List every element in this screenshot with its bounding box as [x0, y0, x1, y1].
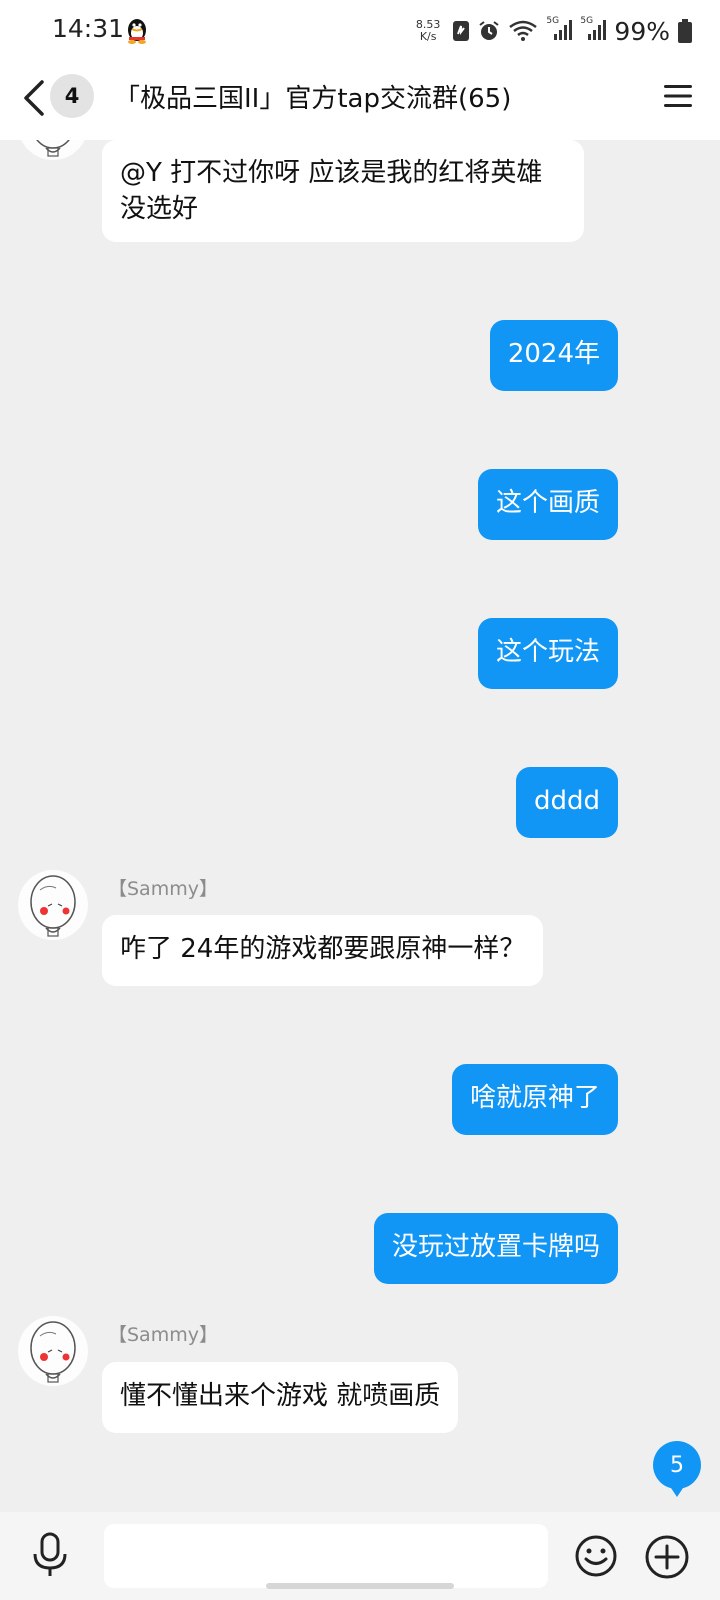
- microphone-icon[interactable]: [30, 1532, 70, 1578]
- avatar[interactable]: [18, 870, 88, 940]
- notification-icon: [453, 21, 470, 41]
- chat-title[interactable]: 「极品三国II」官方tap交流群(65): [114, 78, 511, 115]
- avatar-face-icon: [30, 875, 76, 937]
- battery-icon: [678, 19, 692, 43]
- unread-count-badge[interactable]: 4: [50, 74, 94, 118]
- new-message-count-badge[interactable]: 5: [653, 1441, 701, 1497]
- menu-icon[interactable]: [662, 82, 694, 110]
- chat-header: 4 「极品三国II」官方tap交流群(65): [0, 62, 720, 140]
- message-bubble-incoming[interactable]: 咋了 24年的游戏都要跟原神一样？: [102, 915, 544, 986]
- message-bubble-outgoing[interactable]: 这个画质: [477, 469, 618, 540]
- emoji-icon[interactable]: [574, 1534, 618, 1578]
- message-bubble-outgoing[interactable]: dddd: [515, 767, 618, 838]
- message-input[interactable]: [104, 1524, 548, 1588]
- signal-1: 5G: [546, 15, 573, 45]
- sender-name: 【Sammy】: [108, 1324, 218, 1346]
- avatar-face-icon: [30, 1321, 76, 1383]
- avatar-face-icon: [36, 140, 70, 157]
- message-bubble-outgoing[interactable]: 2024年: [489, 320, 618, 391]
- avatar[interactable]: [18, 1316, 88, 1386]
- avatar[interactable]: [18, 140, 88, 160]
- status-bar: 14:31 8.53 K/s 5G 5G 99%: [0, 0, 720, 62]
- sender-name: 【Sammy】: [108, 878, 218, 900]
- message-bubble-outgoing[interactable]: 没玩过放置卡牌吗: [373, 1213, 618, 1284]
- message-bubble-incoming[interactable]: 懂不懂出来个游戏 就喷画质: [102, 1362, 459, 1433]
- message-list[interactable]: @Y 打不过你呀 应该是我的红将英雄没选好 2024年 这个画质 这个玩法 dd…: [0, 140, 720, 1512]
- alarm-icon: [479, 21, 500, 40]
- status-time: 14:31: [52, 14, 125, 43]
- signal-2: 5G: [580, 15, 607, 45]
- message-bubble-incoming[interactable]: @Y 打不过你呀 应该是我的红将英雄没选好: [102, 140, 584, 242]
- status-indicators: 8.53 K/s 5G 5G 99%: [416, 14, 692, 48]
- qq-penguin-icon: [128, 19, 146, 44]
- plus-icon[interactable]: [644, 1534, 690, 1580]
- signal-1-label: 5G: [546, 15, 560, 26]
- net-speed-unit: K/s: [419, 30, 437, 43]
- back-arrow-icon[interactable]: [18, 78, 48, 118]
- signal-2-label: 5G: [580, 15, 594, 26]
- home-indicator[interactable]: [266, 1583, 454, 1589]
- network-speed: 8.53 K/s: [416, 19, 441, 43]
- wifi-icon: [509, 20, 538, 41]
- battery-percent: 99%: [614, 16, 670, 46]
- message-bubble-outgoing[interactable]: 啥就原神了: [451, 1064, 618, 1135]
- message-bubble-outgoing[interactable]: 这个玩法: [477, 618, 618, 689]
